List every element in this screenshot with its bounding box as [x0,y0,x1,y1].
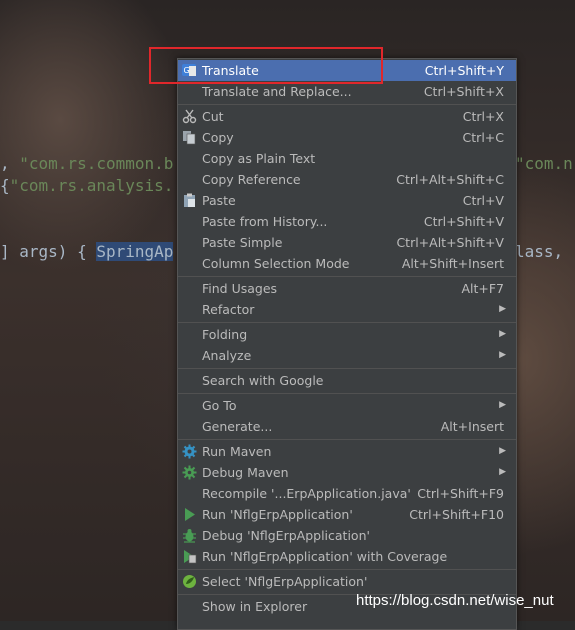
menu-item-analyze[interactable]: Analyze ▶ [178,345,516,366]
code-string: "com.rs.analysis. [9,176,174,195]
menu-item-translate-replace[interactable]: Translate and Replace... Ctrl+Shift+X [178,81,516,102]
menu-item-shortcut: Ctrl+C [462,130,504,145]
scissors-icon [182,109,197,124]
code-string: "com.rs.common.b [19,154,174,173]
code-line-1: , "com.rs.common.b [0,154,173,173]
menu-item-shortcut: Alt+Insert [440,419,504,434]
submenu-arrow-icon: ▶ [499,350,506,360]
code-string: "com.n [515,154,573,173]
gear-bug-icon [182,465,197,480]
menu-item-label: Go To [202,398,237,413]
menu-item-copy[interactable]: Copy Ctrl+C [178,127,516,148]
menu-item-label: Run 'NflgErpApplication' [202,507,353,522]
menu-item-shortcut: Ctrl+V [462,193,504,208]
menu-item-shortcut: Ctrl+Shift+X [423,84,504,99]
code-line-3-right: lass, [515,242,573,261]
paste-icon [184,193,195,207]
menu-item-run-coverage[interactable]: Run 'NflgErpApplication' with Coverage [178,546,516,567]
menu-item-paste-history[interactable]: Paste from History... Ctrl+Shift+V [178,211,516,232]
menu-item-search-google[interactable]: Search with Google [178,370,516,391]
menu-separator [178,393,516,394]
menu-item-label: Search with Google [202,373,324,388]
menu-item-label: Paste from History... [202,214,328,229]
menu-item-shortcut: Ctrl+Shift+Y [424,63,504,78]
menu-item-label: Folding [202,327,248,342]
submenu-arrow-icon: ▶ [499,446,506,456]
menu-item-paste[interactable]: Paste Ctrl+V [178,190,516,211]
menu-item-label: Select 'NflgErpApplication' [202,574,368,589]
menu-separator [178,276,516,277]
menu-separator [178,439,516,440]
watermark-text: https://blog.csdn.net/wise_nut [356,592,554,609]
menu-item-generate[interactable]: Generate... Alt+Insert [178,416,516,437]
code-text: { [0,176,10,195]
menu-item-label: Column Selection Mode [202,256,350,271]
menu-separator [178,322,516,323]
code-line-1-right: "com.n [515,154,573,173]
menu-item-run-app[interactable]: Run 'NflgErpApplication' Ctrl+Shift+F10 [178,504,516,525]
menu-item-column-selection[interactable]: Column Selection Mode Alt+Shift+Insert [178,253,516,274]
menu-item-paste-simple[interactable]: Paste Simple Ctrl+Alt+Shift+V [178,232,516,253]
code-text: ] args) { [0,242,97,261]
menu-item-label: Paste Simple [202,235,283,250]
play-icon [185,508,195,521]
menu-item-label: Copy [202,130,234,145]
menu-item-select-app[interactable]: Select 'NflgErpApplication' [178,571,516,592]
menu-item-label: Analyze [202,348,252,363]
menu-item-shortcut: Alt+F7 [461,281,504,296]
menu-item-label: Run Maven [202,444,272,459]
code-text: lass, [515,242,573,261]
bug-icon [183,529,196,543]
code-selection: SpringAp [96,242,174,261]
menu-item-copy-plain[interactable]: Copy as Plain Text [178,148,516,169]
gear-icon [182,444,197,459]
menu-item-label: Debug Maven [202,465,289,480]
menu-item-label: Find Usages [202,281,278,296]
spring-icon [183,575,196,588]
menu-item-shortcut: Ctrl+X [462,109,504,124]
menu-separator [178,368,516,369]
menu-item-debug-maven[interactable]: Debug Maven ▶ [178,462,516,483]
menu-separator [178,104,516,105]
menu-item-find-usages[interactable]: Find Usages Alt+F7 [178,278,516,299]
menu-item-shortcut: Ctrl+Alt+Shift+C [396,172,504,187]
menu-item-run-maven[interactable]: Run Maven ▶ [178,441,516,462]
menu-item-shortcut: Alt+Shift+Insert [401,256,504,271]
menu-item-label: Refactor [202,302,255,317]
menu-item-label: Show in Explorer [202,599,308,614]
menu-item-shortcut: Ctrl+Alt+Shift+V [396,235,504,250]
menu-item-folding[interactable]: Folding ▶ [178,324,516,345]
menu-item-label: Copy Reference [202,172,301,187]
highlight-annotation-box [149,47,383,84]
menu-item-refactor[interactable]: Refactor ▶ [178,299,516,320]
menu-item-label: Copy as Plain Text [202,151,316,166]
code-line-3: ] args) { SpringAp [0,242,174,261]
menu-item-shortcut: Ctrl+Shift+V [423,214,504,229]
menu-separator [178,569,516,570]
code-text: , [0,154,20,173]
context-menu: G Translate Ctrl+Shift+Y Translate and R… [177,58,517,630]
menu-item-recompile[interactable]: Recompile '...ErpApplication.java' Ctrl+… [178,483,516,504]
menu-item-goto[interactable]: Go To ▶ [178,395,516,416]
menu-item-label: Recompile '...ErpApplication.java' [202,486,411,501]
submenu-arrow-icon: ▶ [499,400,506,410]
menu-item-shortcut: Ctrl+Shift+F9 [417,486,504,501]
menu-item-label: Debug 'NflgErpApplication' [202,528,370,543]
menu-item-label: Paste [202,193,236,208]
copy-icon [183,131,196,145]
menu-item-debug-app[interactable]: Debug 'NflgErpApplication' [178,525,516,546]
submenu-arrow-icon: ▶ [499,329,506,339]
menu-item-label: Translate and Replace... [202,84,352,99]
submenu-arrow-icon: ▶ [499,467,506,477]
menu-item-copy-reference[interactable]: Copy Reference Ctrl+Alt+Shift+C [178,169,516,190]
coverage-icon [184,550,197,564]
submenu-arrow-icon: ▶ [499,304,506,314]
code-line-2: {"com.rs.analysis. [0,176,173,195]
menu-item-label: Generate... [202,419,273,434]
menu-item-shortcut: Ctrl+Shift+F10 [409,507,504,522]
menu-item-label: Cut [202,109,224,124]
menu-item-label: Run 'NflgErpApplication' with Coverage [202,549,448,564]
menu-item-cut[interactable]: Cut Ctrl+X [178,106,516,127]
